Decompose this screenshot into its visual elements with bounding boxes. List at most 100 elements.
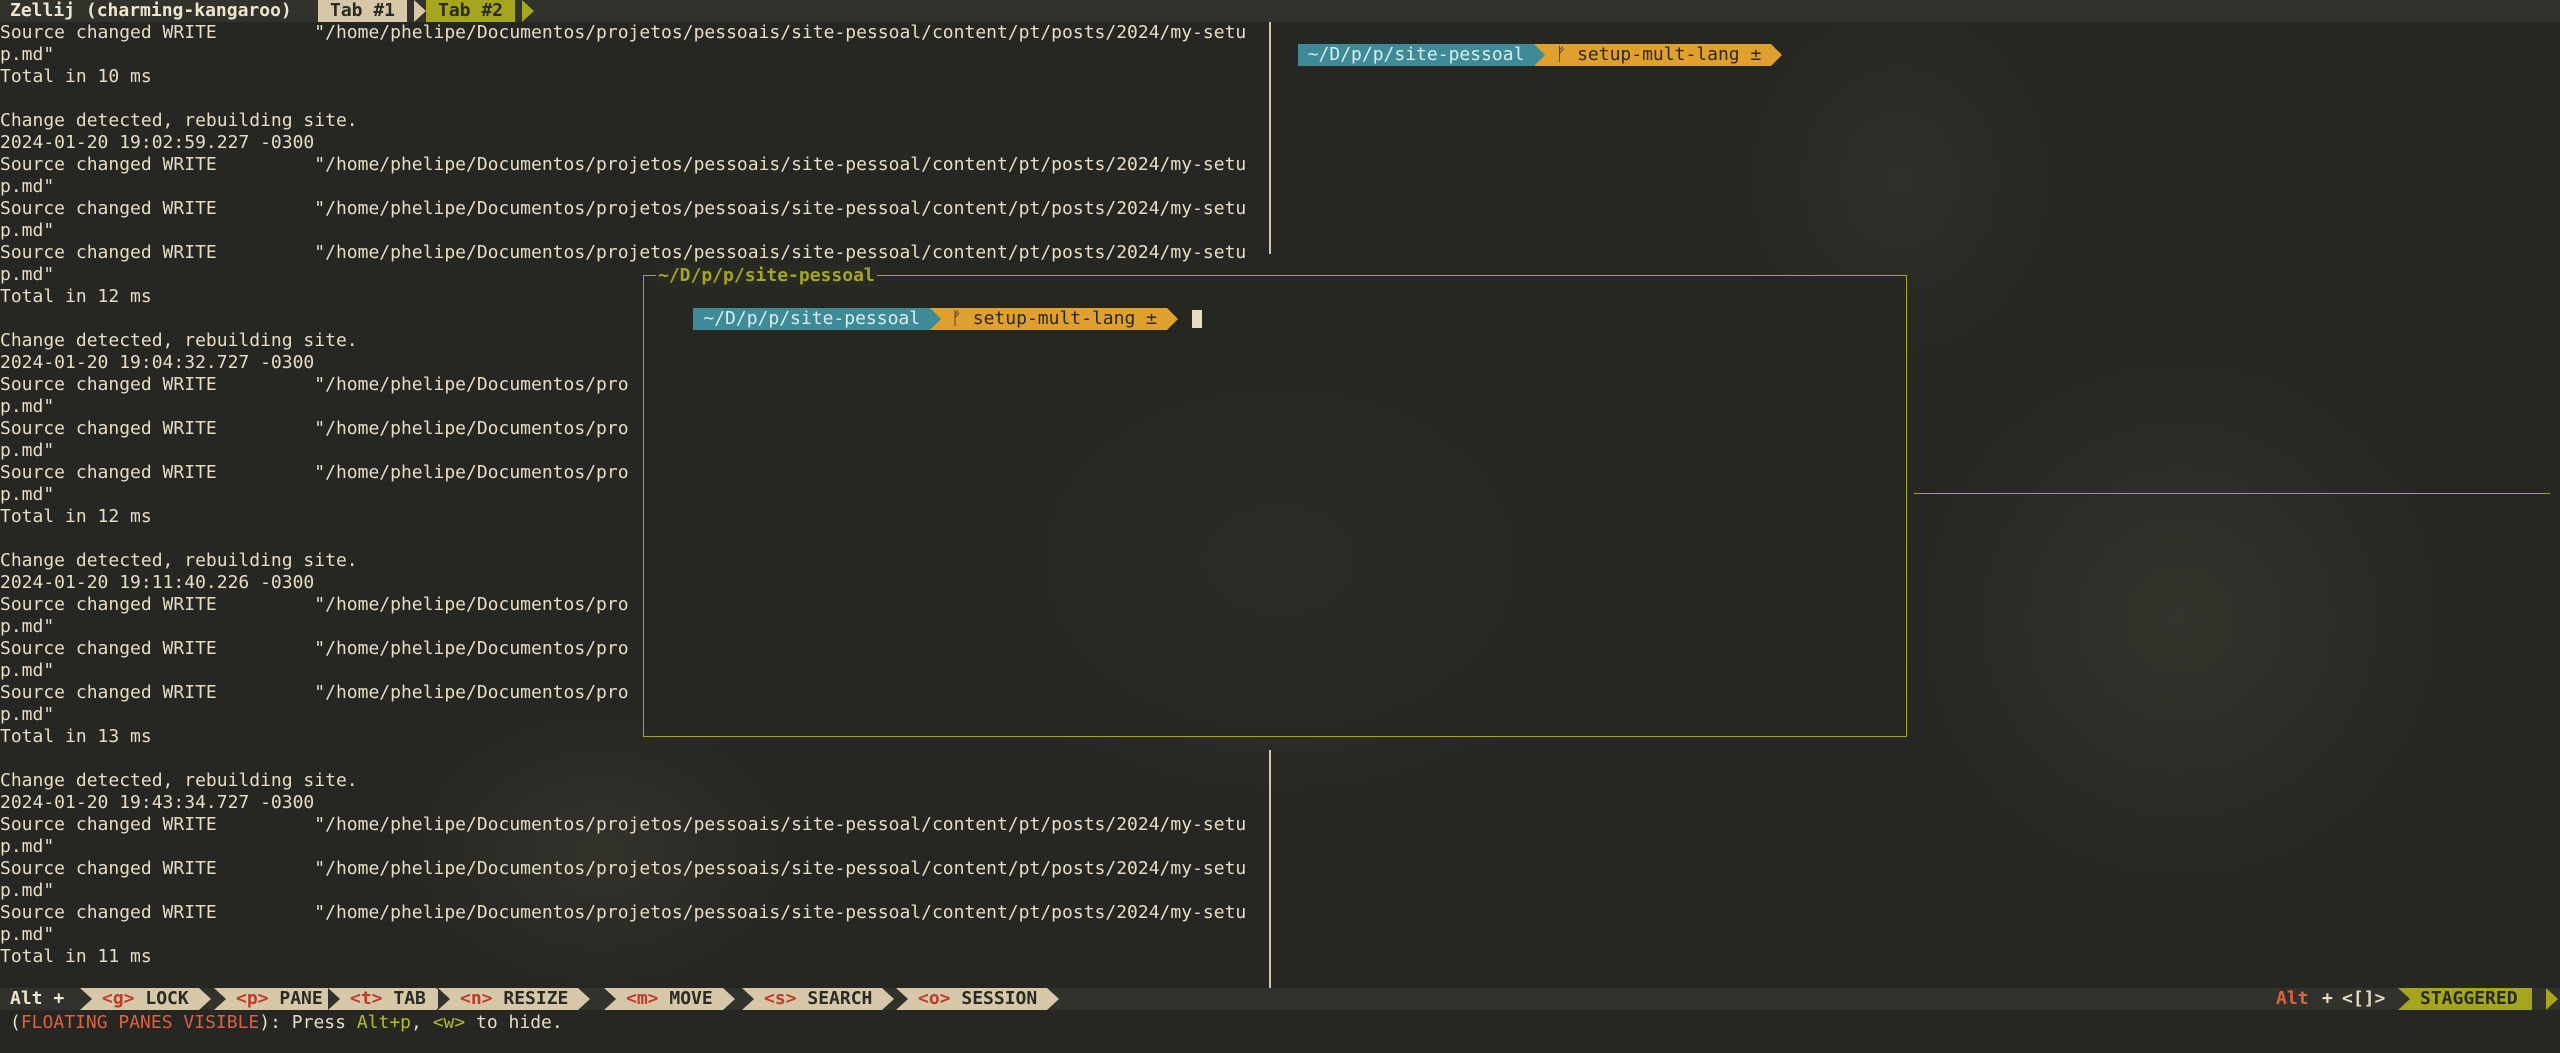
log-line: 2024-01-20 19:43:34.727 -0300 [0,792,315,813]
log-line: Source changed WRITE "/home/phelipe/Docu… [0,594,629,615]
log-line: p.md" [0,220,55,241]
log-line: 2024-01-20 19:04:32.727 -0300 [0,352,315,373]
text-cursor [1191,310,1202,328]
hint-key: <w> [432,1012,466,1033]
tab-separator-arrow [522,0,534,22]
status-arrow [578,988,590,1010]
prompt-path: ~/D/p/p/site-pessoal [1297,44,1535,66]
status-arrow [604,988,616,1010]
log-line: Source changed WRITE "/home/phelipe/Docu… [0,858,1247,879]
mode-key-search[interactable]: <s> SEARCH [742,988,883,1010]
log-line: Source changed WRITE "/home/phelipe/Docu… [0,814,1247,835]
log-line: Total in 10 ms [0,66,152,87]
hint-paren: ( [10,1012,21,1033]
log-line: Source changed WRITE "/home/phelipe/Docu… [0,902,1247,923]
prompt-arrow [930,308,942,330]
log-line: 2024-01-20 19:11:40.226 -0300 [0,572,315,593]
log-line: p.md" [0,176,55,197]
log-line: p.md" [0,704,55,725]
log-line: p.md" [0,484,55,505]
log-line: Source changed WRITE "/home/phelipe/Docu… [0,242,1247,263]
pane-divider-horizontal [1914,493,2550,494]
log-line: p.md" [0,264,55,285]
log-line: Change detected, rebuilding site. [0,770,358,791]
status-arrow [742,988,754,1010]
log-line: Source changed WRITE "/home/phelipe/Docu… [0,22,1247,43]
log-line: p.md" [0,396,55,417]
tab-2[interactable]: Tab #2 [426,0,516,22]
hint-text: , [411,1012,433,1033]
status-arrow [896,988,908,1010]
log-line: Source changed WRITE "/home/phelipe/Docu… [0,638,629,659]
tab-separator-arrow [414,0,426,22]
tab-1[interactable]: Tab #1 [318,0,408,22]
log-line: Total in 11 ms [0,946,152,967]
status-bar: Alt + <g> LOCK <p> PANE <t> TAB <n> RESIZE <… [0,988,2560,1010]
key-shortcut: <n> [460,988,493,1009]
status-arrow [2398,988,2410,1010]
log-line: p.md" [0,880,55,901]
mode-key-lock[interactable]: <g> LOCK [80,988,199,1010]
log-line: Total in 13 ms [0,726,152,747]
key-label: LOCK [145,988,189,1009]
layout-indicator[interactable]: STAGGERED [2398,988,2532,1010]
session-name: Zellij (charming-kangaroo) [0,0,304,22]
status-arrow [438,988,450,1010]
right-alt-label: Alt [2276,988,2309,1009]
log-line: Change detected, rebuilding site. [0,550,358,571]
prompt-arrow [1771,44,1783,66]
log-line: p.md" [0,44,55,65]
key-shortcut: <g> [102,988,135,1009]
pane-divider [1269,750,1271,988]
log-line: p.md" [0,924,55,945]
mode-key-pane[interactable]: <p> PANE [214,988,333,1010]
key-label: PANE [279,988,323,1009]
log-line: p.md" [0,836,55,857]
status-arrow [723,988,735,1010]
floating-pane-prompt[interactable]: ~/D/p/p/site-pessoal ᚠ setup-mult-lang ± [650,286,1202,330]
key-shortcut: <m> [626,988,659,1009]
status-arrow [2546,988,2558,1010]
prompt-git-branch: ᚠ setup-mult-lang ± [941,308,1167,330]
mode-key-session[interactable]: <o> SESSION [896,988,1048,1010]
tab-separator-arrow [306,0,318,22]
key-shortcut: <t> [350,988,383,1009]
hint-key-combo: Alt+p [356,1012,411,1033]
log-line: Source changed WRITE "/home/phelipe/Docu… [0,418,629,439]
pane-divider [1269,22,1271,254]
hint-text: ): Press [259,1012,357,1033]
log-line: Total in 12 ms [0,506,152,527]
prompt-git-branch: ᚠ setup-mult-lang ± [1545,44,1772,66]
log-line: Source changed WRITE "/home/phelipe/Docu… [0,198,1247,219]
prompt-arrow [1166,308,1178,330]
prompt-path: ~/D/p/p/site-pessoal [693,308,931,330]
key-label: TAB [393,988,426,1009]
key-shortcut: <s> [764,988,797,1009]
log-line: p.md" [0,616,55,637]
log-line: p.md" [0,440,55,461]
status-arrow [1047,988,1059,1010]
mode-key-move[interactable]: <m> MOVE [604,988,723,1010]
status-arrow [199,988,211,1010]
hint-line: (FLOATING PANES VISIBLE): Press Alt+p, <… [10,1012,563,1034]
status-arrow [882,988,894,1010]
log-line: p.md" [0,660,55,681]
mode-key-resize[interactable]: <n> RESIZE [438,988,579,1010]
tab-bar: Zellij (charming-kangaroo) Tab #1 Tab #2 [0,0,2560,22]
status-arrow [80,988,92,1010]
log-line: Total in 12 ms [0,286,152,307]
hint-mode: FLOATING PANES VISIBLE [20,1012,260,1033]
log-line: Source changed WRITE "/home/phelipe/Docu… [0,374,629,395]
key-label: SESSION [961,988,1038,1009]
log-line: Source changed WRITE "/home/phelipe/Docu… [0,462,629,483]
key-shortcut: <p> [236,988,269,1009]
log-line: 2024-01-20 19:02:59.227 -0300 [0,132,315,153]
right-pane-prompt[interactable]: ~/D/p/p/site-pessoal ᚠ setup-mult-lang ± [1276,22,1783,66]
hint-text: to hide. [465,1012,563,1033]
log-line: Change detected, rebuilding site. [0,110,358,131]
floating-pane[interactable]: ~/D/p/p/site-pessoal ~/D/p/p/site-pessoa… [643,265,1907,737]
swap-layout-keys: <[]> [2342,988,2386,1009]
modifier-label: Alt + [10,988,65,1009]
status-arrow [328,988,340,1010]
key-label: RESIZE [503,988,569,1009]
